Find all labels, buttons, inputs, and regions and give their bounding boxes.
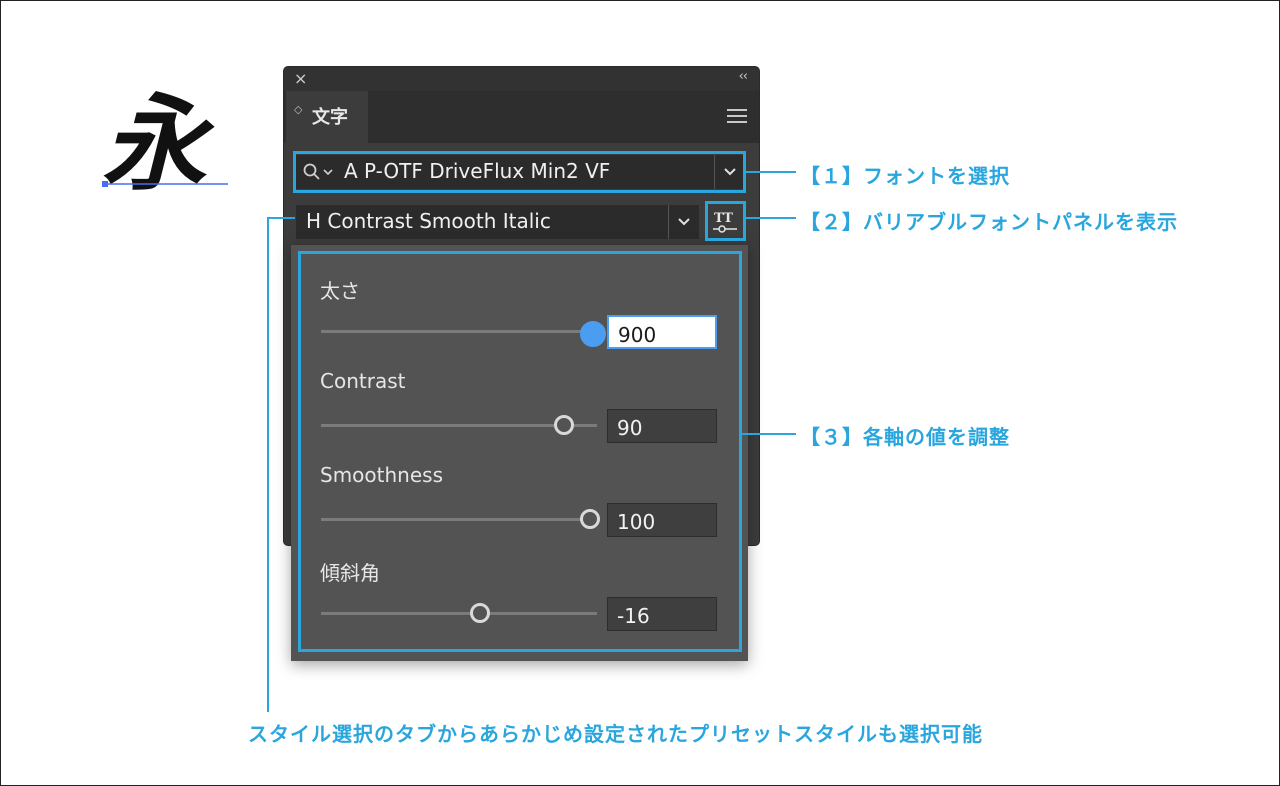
glyph-char: 永 [102,83,215,195]
highlight-font-family [293,151,746,193]
font-style-field[interactable]: H Contrast Smooth Italic [296,205,668,239]
connector-bottom-v [267,217,269,712]
tab-row: ◇ 文字 [284,91,759,143]
panel-menu-icon[interactable] [727,109,747,127]
callout-3: 【３】各軸の値を調整 [800,425,1010,449]
font-style-name: H Contrast Smooth Italic [306,209,551,233]
tab-character[interactable]: ◇ 文字 [286,91,368,143]
sort-arrows-icon: ◇ [294,103,303,116]
glyph-sample: 永 [102,83,228,195]
connector-bottom-h [267,217,295,219]
chevron-down-icon [678,218,690,226]
highlight-axes [298,251,742,652]
connector-2 [746,217,796,219]
highlight-variable-button [705,201,746,241]
collapse-icon[interactable]: ‹‹ [739,69,748,84]
tab-label: 文字 [312,107,348,128]
panel-titlebar: × ‹‹ [284,67,759,91]
connector-3 [742,433,796,435]
callout-1: 【１】フォントを選択 [800,164,1010,188]
callout-2: 【２】バリアブルフォントパネルを表示 [800,210,1178,234]
connector-1 [746,171,796,173]
font-style-dropdown[interactable] [668,205,699,239]
callout-bottom: スタイル選択のタブからあらかじめ設定されたプリセットスタイルも選択可能 [248,722,983,746]
close-icon[interactable]: × [294,69,307,88]
